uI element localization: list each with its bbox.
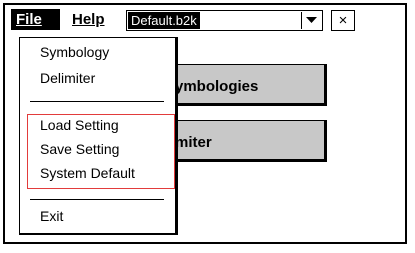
delimiter-button-label: miter <box>175 134 212 151</box>
symbologies-button[interactable]: ymbologies <box>162 64 327 106</box>
menu-help-label: Help <box>72 11 105 28</box>
menu-item-load-setting[interactable]: Load Setting <box>40 117 119 133</box>
menu-separator <box>30 199 164 200</box>
close-button[interactable]: × <box>331 10 355 31</box>
menu-item-exit[interactable]: Exit <box>40 208 63 224</box>
menu-bar: File Help Default.b2k × <box>5 5 405 31</box>
menu-item-system-default[interactable]: System Default <box>40 165 135 181</box>
settings-file-combo[interactable]: Default.b2k <box>126 10 323 31</box>
combo-value: Default.b2k <box>128 12 200 29</box>
combo-dropdown-button[interactable] <box>301 12 321 29</box>
close-icon: × <box>338 12 348 29</box>
menu-help[interactable]: Help <box>67 9 119 30</box>
menu-file[interactable]: File <box>11 9 60 30</box>
file-menu-dropdown: Symbology Delimiter Load Setting Save Se… <box>19 37 178 235</box>
menu-item-symbology[interactable]: Symbology <box>40 44 109 60</box>
menu-separator <box>30 101 164 102</box>
menu-item-save-setting[interactable]: Save Setting <box>40 141 119 157</box>
menu-file-label: File <box>16 11 42 28</box>
delimiter-button[interactable]: miter <box>162 120 327 162</box>
menu-item-delimiter[interactable]: Delimiter <box>40 70 95 86</box>
symbologies-button-label: ymbologies <box>175 78 259 95</box>
chevron-down-icon <box>306 17 317 23</box>
app-window: File Help Default.b2k × ymbologies miter… <box>3 3 407 244</box>
